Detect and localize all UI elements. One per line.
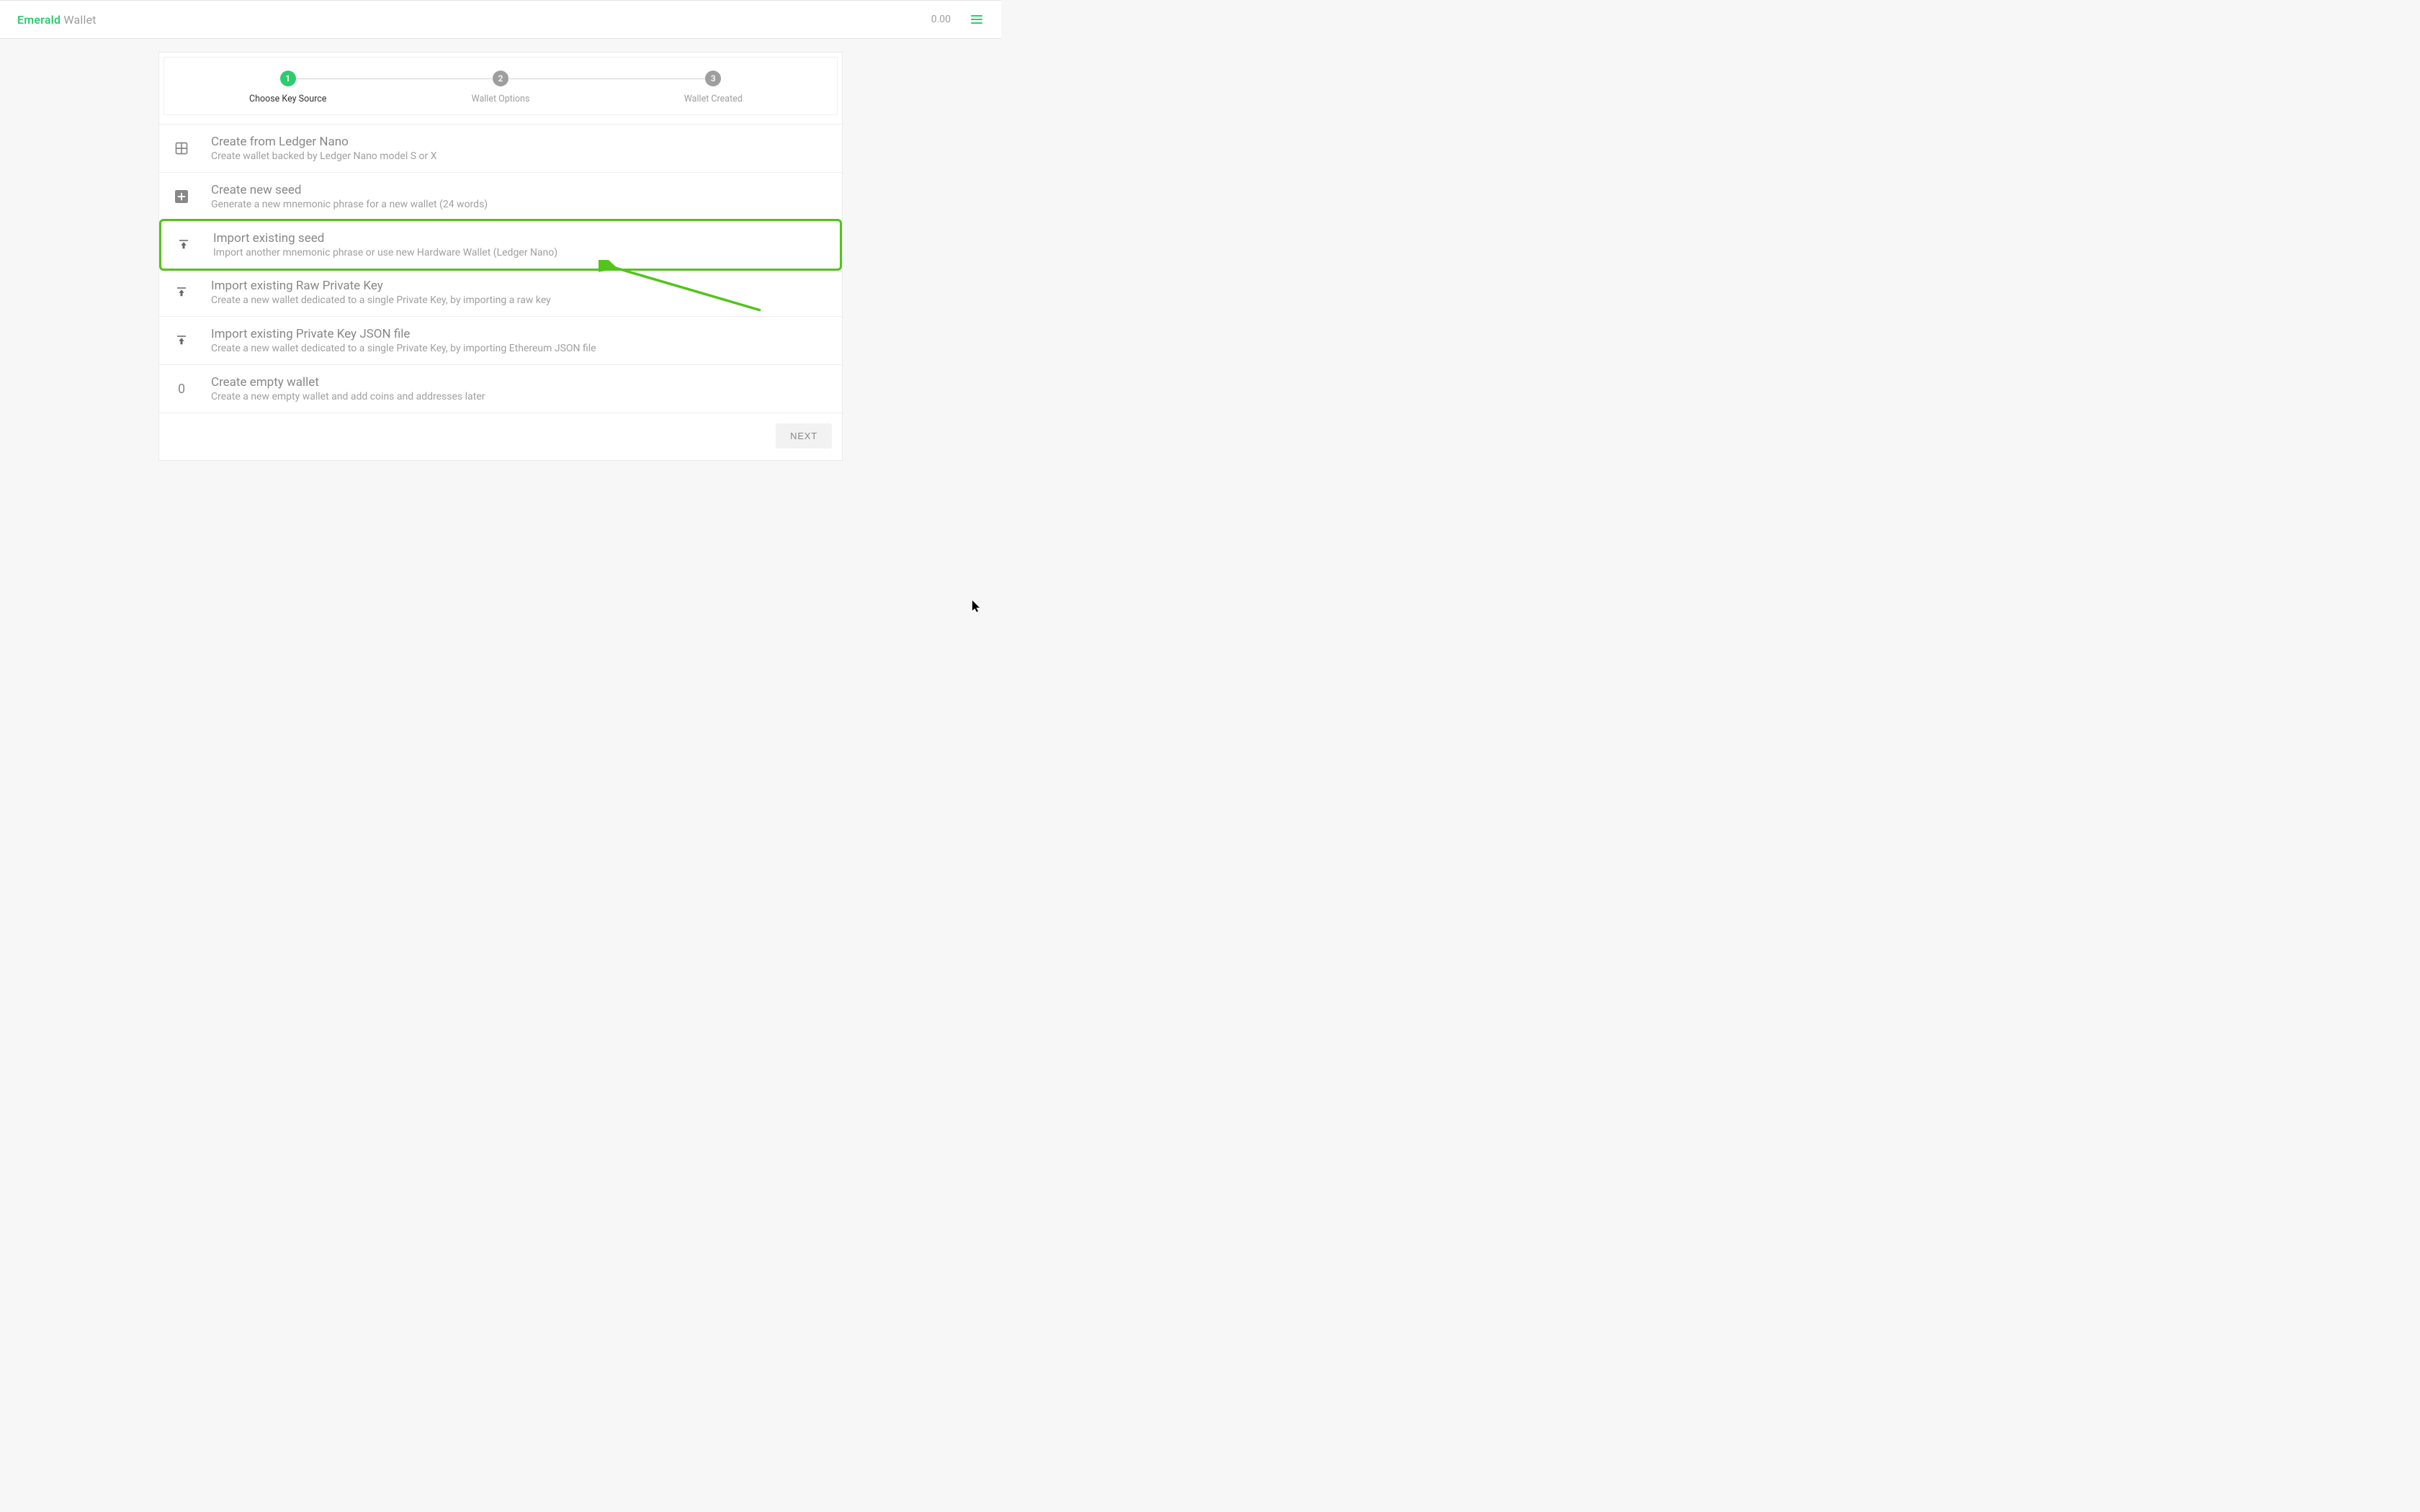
step-2-label: Wallet Options [394,94,606,104]
step-2-number: 2 [493,71,508,86]
option-empty-wallet-desc: Create a new empty wallet and add coins … [211,391,485,402]
option-import-seed-title: Import existing seed [213,231,557,246]
step-2: 2 Wallet Options [394,71,606,104]
next-button[interactable]: NEXT [776,423,832,449]
balance-display: 0.00 [931,14,951,25]
app-title: Emerald Wallet [17,13,97,27]
step-3: 3 Wallet Created [607,71,820,104]
import-icon [171,238,196,251]
option-ledger-title: Create from Ledger Nano [211,135,436,149]
option-import-seed-desc: Import another mnemonic phrase or use ne… [213,247,557,258]
option-raw-key[interactable]: Import existing Raw Private Key Create a… [159,269,842,317]
option-ledger[interactable]: Create from Ledger Nano Create wallet ba… [159,125,842,173]
option-json-key-desc: Create a new wallet dedicated to a singl… [211,343,596,354]
step-3-label: Wallet Created [607,94,820,104]
top-bar: Emerald Wallet 0.00 [0,0,1001,39]
key-source-options: Create from Ledger Nano Create wallet ba… [159,124,842,413]
import-icon [169,286,194,299]
app-title-suffix: Wallet [63,13,96,27]
mouse-cursor [972,600,981,615]
step-3-number: 3 [705,71,721,86]
plus-icon [169,190,194,203]
step-1-label: Choose Key Source [182,94,394,104]
option-json-key-title: Import existing Private Key JSON file [211,327,596,341]
wizard-footer: NEXT [159,413,842,460]
option-ledger-desc: Create wallet backed by Ledger Nano mode… [211,150,436,162]
option-new-seed[interactable]: Create new seed Generate a new mnemonic … [159,173,842,221]
topbar-right: 0.00 [931,11,987,28]
wizard-panel: 1 Choose Key Source 2 Wallet Options 3 W… [158,52,843,461]
zero-icon: 0 [169,382,194,397]
option-empty-wallet-title: Create empty wallet [211,375,485,390]
option-raw-key-desc: Create a new wallet dedicated to a singl… [211,294,551,306]
option-new-seed-desc: Generate a new mnemonic phrase for a new… [211,199,488,210]
menu-icon[interactable] [967,11,987,28]
step-1-number: 1 [280,71,296,86]
ledger-icon [169,141,194,156]
import-icon [169,334,194,347]
option-empty-wallet[interactable]: 0 Create empty wallet Create a new empty… [159,365,842,413]
app-title-brand: Emerald [17,13,60,27]
option-import-seed[interactable]: Import existing seed Import another mnem… [159,219,842,271]
stepper: 1 Choose Key Source 2 Wallet Options 3 W… [163,57,838,115]
option-new-seed-title: Create new seed [211,183,488,197]
option-raw-key-title: Import existing Raw Private Key [211,279,551,293]
step-1: 1 Choose Key Source [182,71,394,104]
option-json-key[interactable]: Import existing Private Key JSON file Cr… [159,317,842,365]
